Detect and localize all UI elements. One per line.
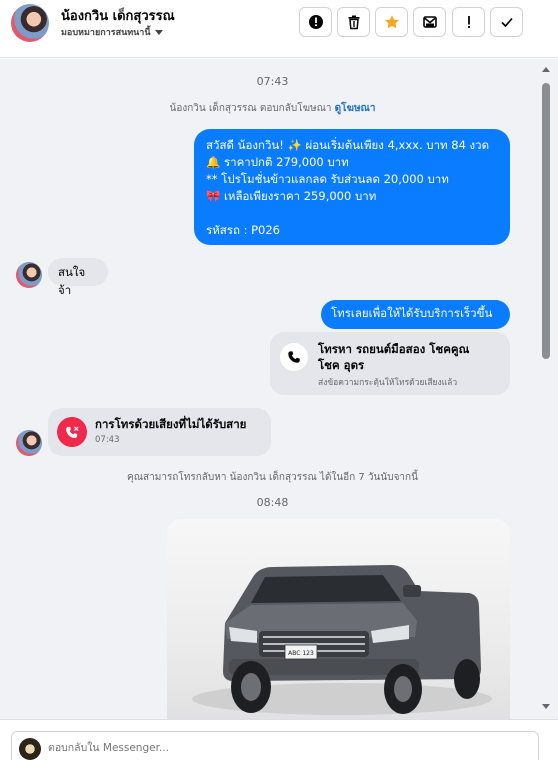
- pickup-truck-image: ABC 123: [192, 565, 492, 715]
- reply-box[interactable]: [11, 731, 539, 760]
- call-card-title: โทรหา รถยนต์มือสอง โชคคูณ โชค อุดร: [318, 341, 469, 373]
- promo-line-car-code: รหัสรถ : P026: [206, 223, 280, 237]
- assign-conversation-dropdown[interactable]: มอบหมายการสนทนานี้: [61, 25, 163, 39]
- phone-icon-wrapper: [280, 343, 308, 371]
- call-card-subtitle: ส่งข้อความกระตุ้นให้โทรด้วยเสียงแล้ว: [318, 378, 458, 388]
- spam-button[interactable]: [299, 7, 332, 37]
- trash-icon: [348, 15, 359, 30]
- exclamation-icon: [467, 16, 470, 28]
- contact-name[interactable]: น้องกวิน เด็กสุวรรณ: [61, 5, 175, 26]
- mark-unread-button[interactable]: [413, 7, 446, 37]
- ad-reply-text: น้องกวิน เด็กสุวรรณ ตอบกลับโฆษณา: [169, 103, 332, 114]
- incoming-message[interactable]: สนใจจ้า: [48, 258, 108, 297]
- sender-avatar[interactable]: [16, 430, 42, 456]
- ad-reply-note: น้องกวิน เด็กสุวรรณ ตอบกลับโฆษณา ดูโฆษณา: [0, 101, 545, 116]
- call-request-text: โทรเลยเพื่อให้ได้รับบริการเร็วขึ้น: [331, 306, 493, 320]
- incoming-message-text: สนใจจ้า: [58, 265, 86, 297]
- outgoing-message-promo[interactable]: สวัสดี น้องกวิน! ✨ ผ่อนเริ่มต้นเพียง 4,x…: [194, 129, 510, 245]
- done-button[interactable]: [490, 7, 523, 37]
- message-thread[interactable]: 07:43 น้องกวิน เด็กสุวรรณ ตอบกลับโฆษณา ด…: [0, 59, 558, 719]
- missed-call-icon-wrapper: [57, 417, 87, 447]
- phone-icon: [288, 351, 300, 363]
- star-button[interactable]: [375, 7, 408, 37]
- check-icon: [500, 17, 513, 28]
- assign-conversation-label: มอบหมายการสนทนานี้: [61, 28, 151, 38]
- svg-text:ABC 123: ABC 123: [288, 650, 314, 657]
- outgoing-message-call-request[interactable]: โทรเลยเพื่อให้ได้รับบริการเร็วขึ้น: [321, 300, 510, 329]
- mail-icon: [422, 16, 437, 28]
- call-card-title-line2: โชค อุดร: [318, 358, 365, 372]
- thread-scrollbar[interactable]: [542, 67, 550, 709]
- timestamp: 08:48: [256, 496, 289, 509]
- promo-line-final-price: 🎀 เหลือเพียงราคา 259,000 บาท: [206, 189, 377, 203]
- promo-line-greeting: สวัสดี น้องกวิน! ✨ ผ่อนเริ่มต้นเพียง 4,x…: [206, 138, 490, 152]
- chevron-down-icon: [154, 29, 163, 35]
- promo-line-discount: ** โปรโมชั่นข้าวแลกลด รับส่วนลด 20,000 บ…: [206, 172, 449, 186]
- missed-call-title: การโทรด้วยเสียงที่ไม่ได้รับสาย: [95, 417, 247, 431]
- star-icon: [384, 15, 399, 29]
- conversation-header: น้องกวิน เด็กสุวรรณ มอบหมายการสนทนานี้: [0, 0, 558, 58]
- missed-call-icon: [65, 425, 79, 438]
- alert-circle-icon: [308, 15, 323, 29]
- composer-bar: [0, 719, 558, 760]
- contact-avatar[interactable]: [11, 4, 49, 42]
- sender-avatar[interactable]: [16, 262, 42, 288]
- missed-call-time: 07:43: [95, 435, 120, 445]
- delete-button[interactable]: [337, 7, 370, 37]
- scroll-up-arrow-icon[interactable]: [542, 67, 550, 72]
- scrollbar-thumb[interactable]: [542, 83, 550, 359]
- call-prompt-card[interactable]: โทรหา รถยนต์มือสอง โชคคูณ โชค อุดร ส่งข้…: [270, 332, 510, 395]
- callback-note: คุณสามารถโทรกลับหา น้องกวิน เด็กสุวรรณ ไ…: [127, 472, 418, 483]
- follow-up-button[interactable]: [452, 7, 485, 37]
- missed-call-card[interactable]: การโทรด้วยเสียงที่ไม่ได้รับสาย 07:43: [48, 408, 271, 456]
- scroll-down-arrow-icon[interactable]: [542, 704, 550, 709]
- reply-input[interactable]: [48, 739, 518, 757]
- page-avatar: [19, 738, 41, 760]
- promo-line-normal-price: 🔔 ราคาปกติ 279,000 บาท: [206, 155, 349, 169]
- timestamp: 07:43: [256, 75, 289, 88]
- outgoing-photo-message[interactable]: ABC 123: [167, 519, 510, 719]
- view-ad-link[interactable]: ดูโฆษณา: [335, 103, 376, 114]
- call-card-title-line1: โทรหา รถยนต์มือสอง โชคคูณ: [318, 342, 470, 356]
